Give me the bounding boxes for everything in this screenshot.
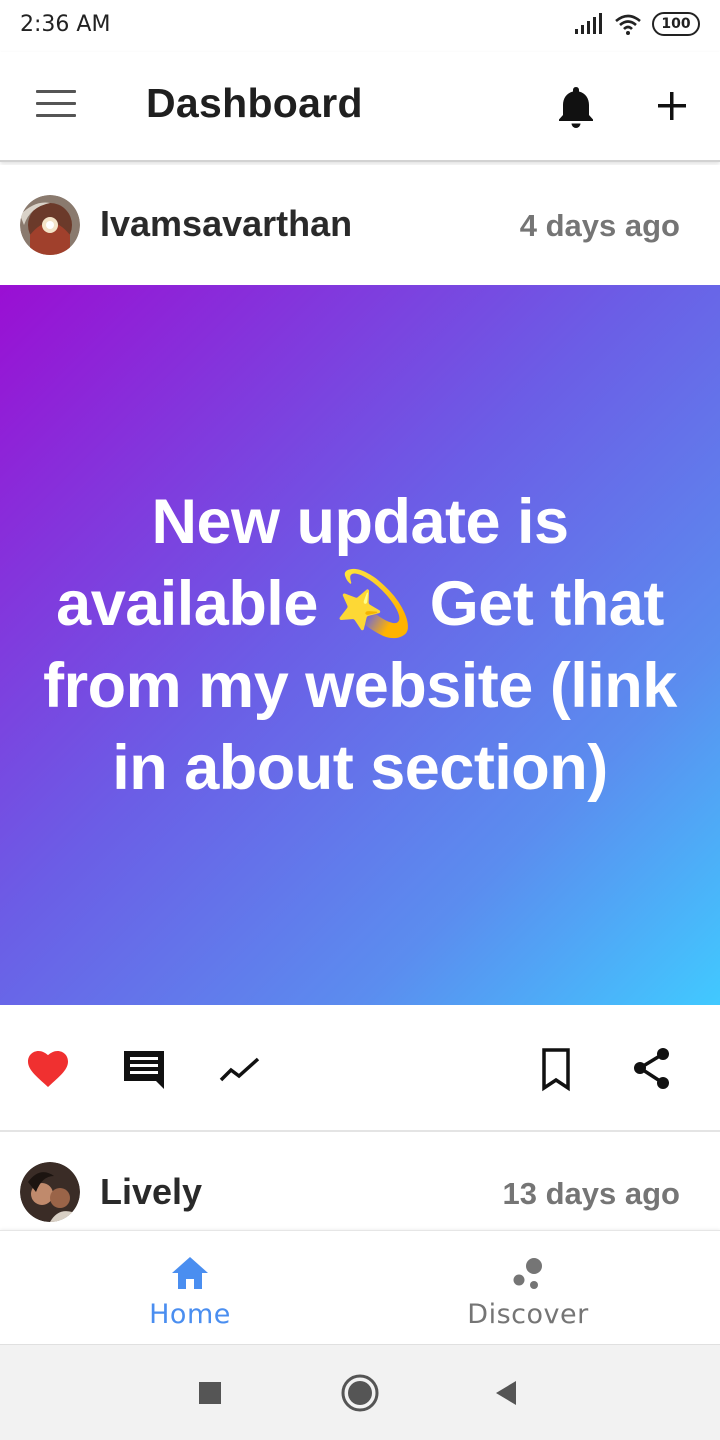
post-author[interactable]: Ivamsavarthan bbox=[100, 203, 352, 245]
trending-icon[interactable] bbox=[216, 1045, 264, 1093]
signal-icon bbox=[575, 13, 602, 34]
post-text: New update is available 💫 Get that from … bbox=[43, 487, 677, 803]
wifi-icon bbox=[615, 14, 641, 35]
like-heart-icon[interactable] bbox=[24, 1045, 72, 1093]
home-circle-icon[interactable] bbox=[338, 1371, 382, 1415]
back-icon[interactable] bbox=[484, 1371, 528, 1415]
bookmark-icon[interactable] bbox=[532, 1045, 580, 1093]
post-time: 4 days ago bbox=[519, 208, 680, 243]
bottom-navigation: Home Discover bbox=[0, 1230, 720, 1344]
avatar[interactable] bbox=[20, 1162, 80, 1222]
add-icon[interactable] bbox=[652, 86, 692, 126]
nav-home[interactable]: Home bbox=[10, 1231, 370, 1345]
status-icons: 100 bbox=[574, 12, 700, 36]
page-title: Dashboard bbox=[146, 80, 363, 126]
status-bar: 2:36 AM 100 bbox=[0, 0, 720, 52]
share-icon[interactable] bbox=[628, 1045, 676, 1093]
recents-icon[interactable] bbox=[188, 1371, 232, 1415]
comment-icon[interactable] bbox=[120, 1045, 168, 1093]
post-actions bbox=[0, 1005, 720, 1132]
post-time: 13 days ago bbox=[502, 1176, 680, 1211]
post-header: Ivamsavarthan 4 days ago bbox=[0, 165, 720, 285]
battery-icon: 100 bbox=[652, 12, 700, 36]
menu-icon[interactable] bbox=[36, 90, 76, 120]
post-card[interactable]: New update is available 💫 Get that from … bbox=[0, 285, 720, 1005]
battery-level: 100 bbox=[661, 16, 691, 32]
notification-bell-icon[interactable] bbox=[556, 84, 596, 130]
system-navigation-bar bbox=[0, 1344, 720, 1440]
discover-icon bbox=[513, 1258, 542, 1289]
app-bar: Dashboard bbox=[0, 52, 720, 162]
nav-discover-label: Discover bbox=[467, 1299, 589, 1330]
status-time: 2:36 AM bbox=[20, 12, 111, 37]
post-author[interactable]: Lively bbox=[100, 1171, 202, 1213]
post-header-2: Lively 13 days ago bbox=[0, 1134, 720, 1230]
avatar[interactable] bbox=[20, 195, 80, 255]
home-icon bbox=[172, 1257, 208, 1289]
nav-home-label: Home bbox=[149, 1299, 231, 1330]
nav-discover[interactable]: Discover bbox=[348, 1231, 708, 1345]
